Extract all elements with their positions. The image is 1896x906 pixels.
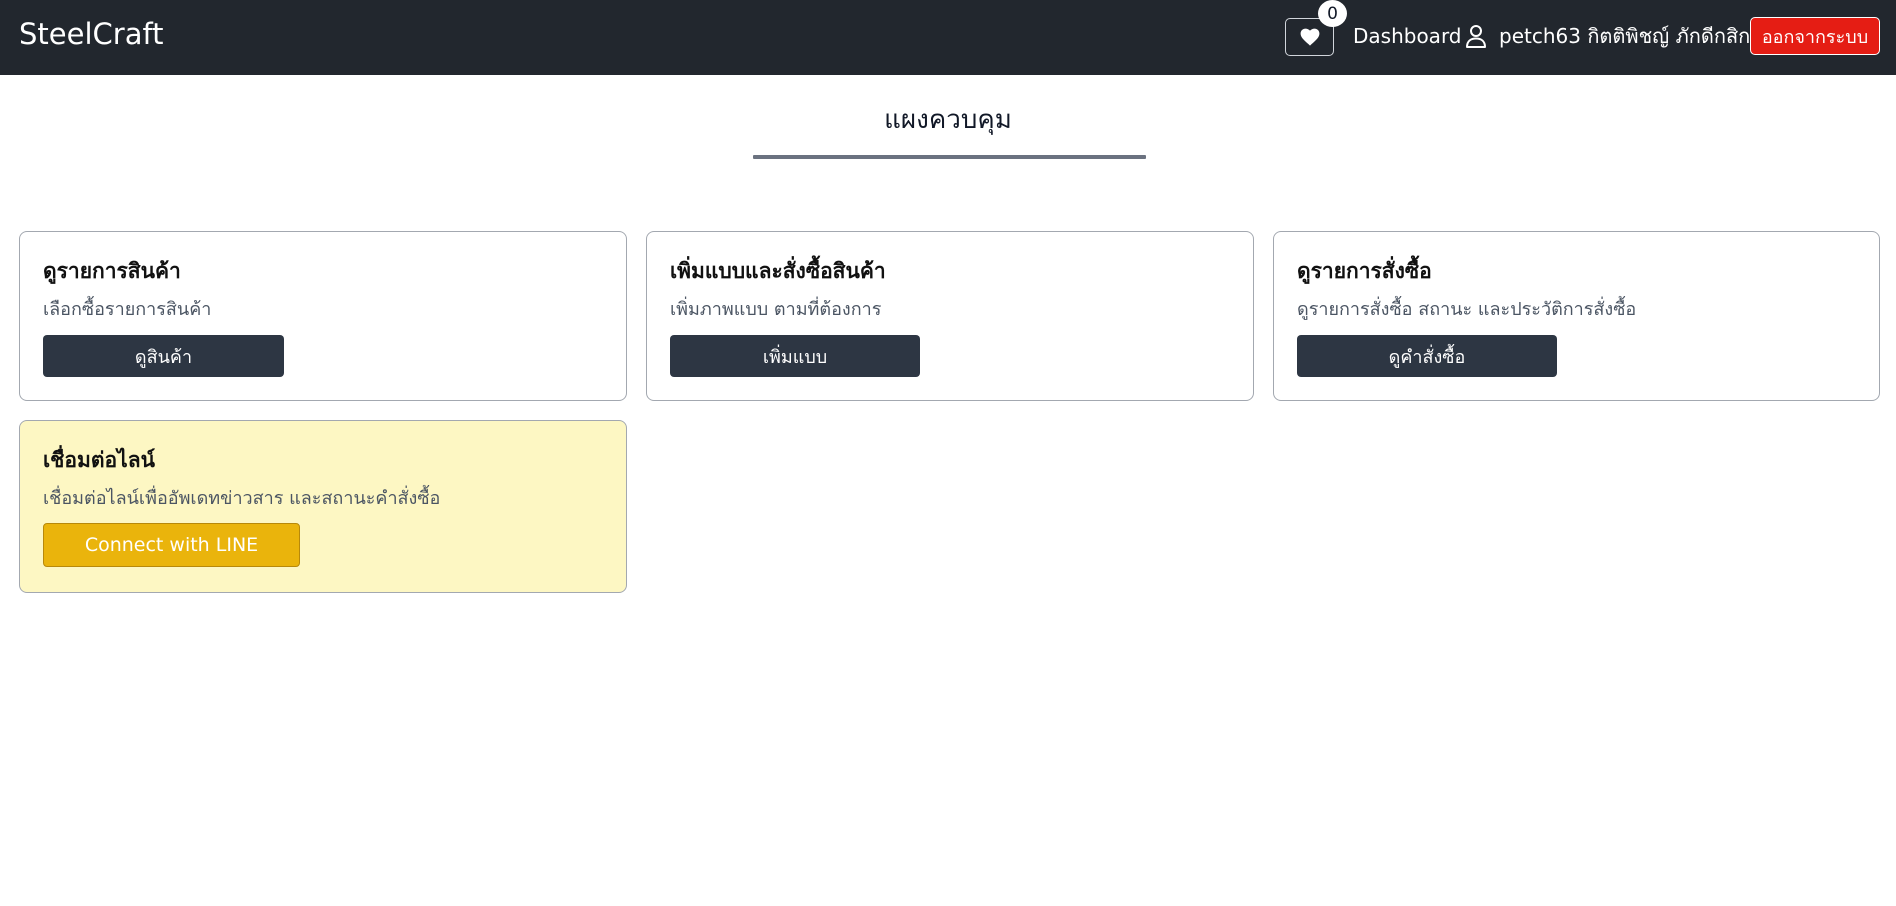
card-view-products: ดูรายการสินค้า เลือกซื้อรายการสินค้า ดูส… [19,231,627,401]
user-icon [1466,25,1486,48]
favorites-count-badge: 0 [1318,0,1347,27]
card-description: เลือกซื้อรายการสินค้า [43,299,212,320]
card-description: เพิ่มภาพแบบ ตามที่ต้องการ [670,299,882,320]
title-underline [753,155,1146,159]
user-name[interactable]: petch63 กิตติพิชญ์ ภักดีกสิกร [1499,22,1761,50]
dashboard-link[interactable]: Dashboard [1353,22,1462,50]
brand-logo-link[interactable]: SteelCraft [19,16,164,52]
view-orders-button[interactable]: ดูคำสั่งซื้อ [1297,335,1557,377]
view-products-button[interactable]: ดูสินค้า [43,335,284,377]
card-title: เชื่อมต่อไลน์ [43,448,155,472]
heart-icon [1300,28,1319,46]
card-view-orders: ดูรายการสั่งซื้อ ดูรายการสั่งซื้อ สถานะ … [1273,231,1880,401]
logout-button[interactable]: ออกจากระบบ [1750,17,1880,55]
top-navbar: SteelCraft 0 Dashboard petch63 กิตติพิชญ… [0,0,1896,75]
card-title: ดูรายการสั่งซื้อ [1297,259,1432,283]
add-design-button[interactable]: เพิ่มแบบ [670,335,920,377]
card-description: เชื่อมต่อไลน์เพื่ออัพเดทข่าวสาร และสถานะ… [43,488,441,509]
card-description: ดูรายการสั่งซื้อ สถานะ และประวัติการสั่ง… [1297,299,1637,320]
card-title: เพิ่มแบบและสั่งซื้อสินค้า [670,259,886,283]
connect-line-button[interactable]: Connect with LINE [43,523,300,567]
card-title: ดูรายการสินค้า [43,259,181,283]
page-title: แผงควบคุม [884,105,1012,135]
card-connect-line: เชื่อมต่อไลน์ เชื่อมต่อไลน์เพื่ออัพเดทข่… [19,420,627,593]
card-add-design-order: เพิ่มแบบและสั่งซื้อสินค้า เพิ่มภาพแบบ ตา… [646,231,1254,401]
